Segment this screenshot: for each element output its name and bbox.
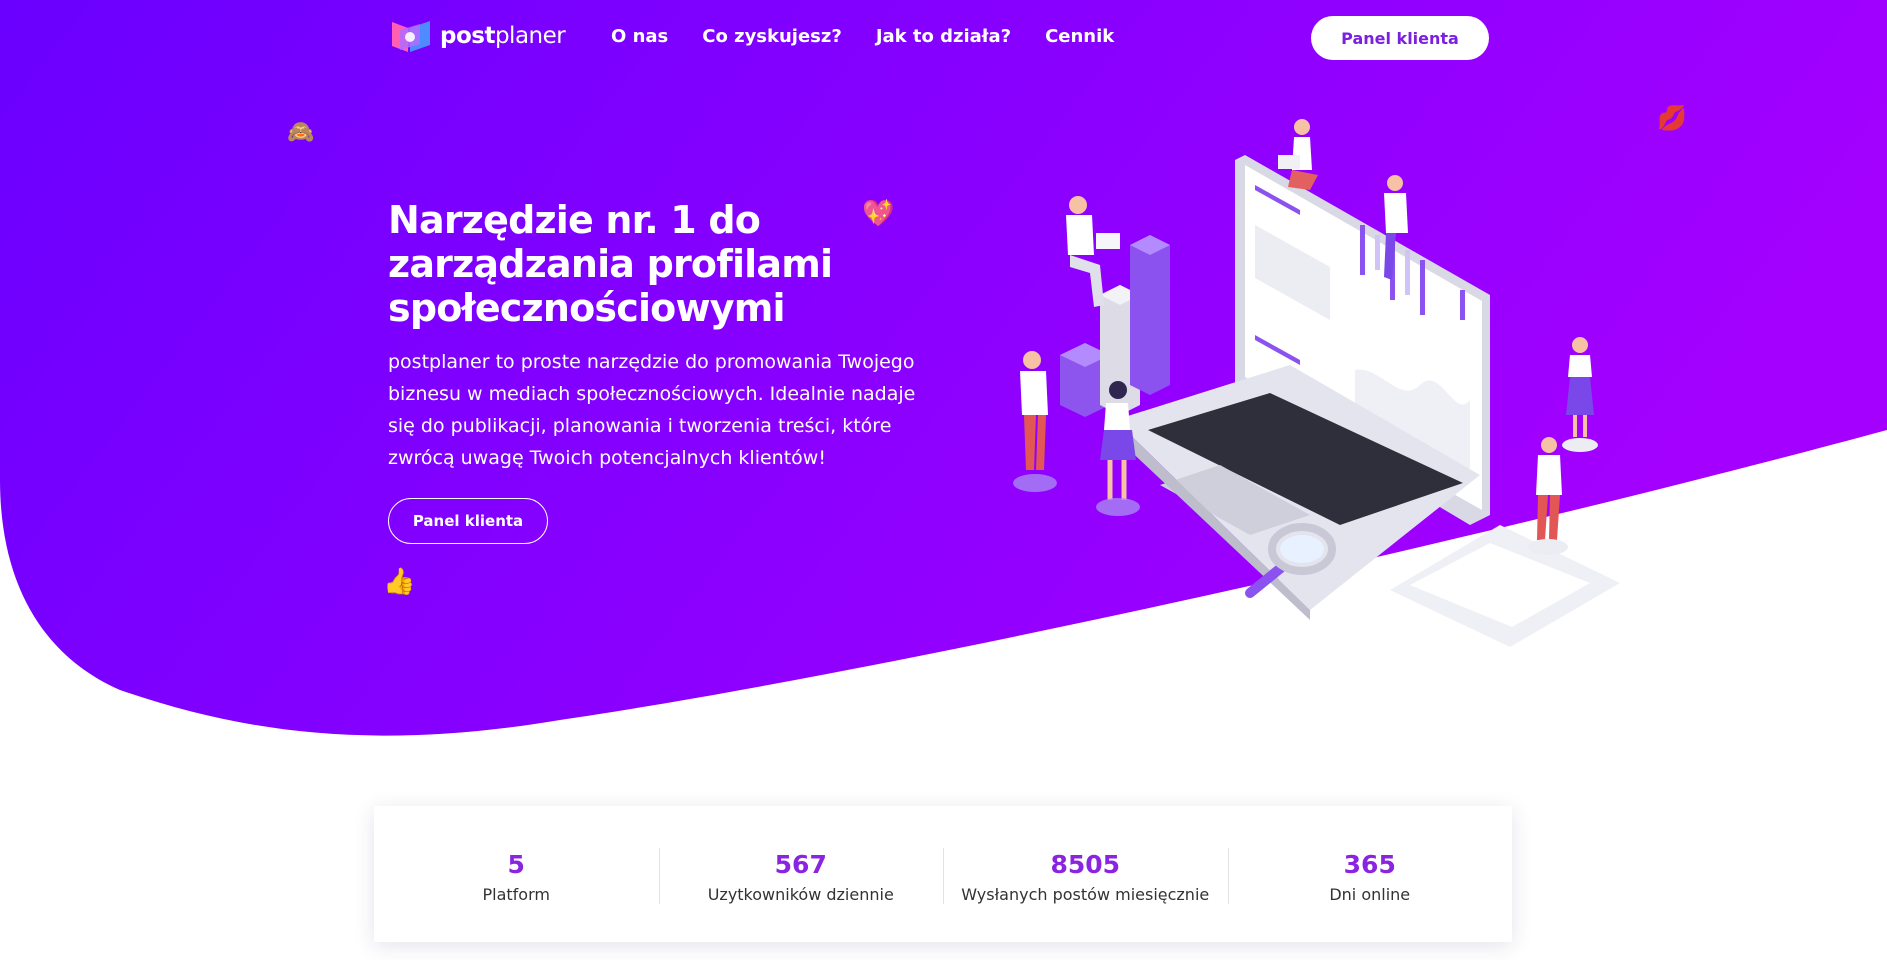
client-panel-hero-button[interactable]: Panel klienta <box>388 498 548 544</box>
monkey-emoji-icon: 🙈 <box>287 120 315 145</box>
stat-label: Dni online <box>1329 885 1411 904</box>
stats-panel: 5 Platform 567 Uzytkowników dziennie 850… <box>374 806 1512 942</box>
stat-label: Wysłanych postów miesięcznie <box>961 885 1210 904</box>
brand-logo[interactable]: postplaner <box>390 18 566 54</box>
stat-daily-users: 567 Uzytkowników dziennie <box>658 806 944 942</box>
thumbs-up-emoji-icon: 👍 <box>383 567 416 597</box>
nav-link-jak-to-dziala[interactable]: Jak to działa? <box>876 26 1011 47</box>
logo-icon <box>392 21 430 52</box>
brand-name: postplaner <box>440 23 566 49</box>
stat-value: 567 <box>774 850 827 879</box>
hero-title: Narzędzie nr. 1 do zarządzania profilami… <box>388 198 833 330</box>
stat-platforms: 5 Platform <box>374 806 659 942</box>
nav-link-o-nas[interactable]: O nas <box>611 26 668 47</box>
stat-days-online: 365 Dni online <box>1227 806 1513 942</box>
top-navigation: postplaner O nas Co zyskujesz? Jak to dz… <box>0 0 1887 78</box>
hero-description: postplaner to proste narzędzie do promow… <box>388 351 916 469</box>
stat-value: 8505 <box>1050 850 1121 879</box>
client-panel-nav-button[interactable]: Panel klienta <box>1311 16 1489 60</box>
stat-monthly-posts: 8505 Wysłanych postów miesięcznie <box>943 806 1228 942</box>
stat-value: 365 <box>1343 850 1396 879</box>
kiss-emoji-icon: 💋 <box>1657 104 1687 132</box>
stat-label: Uzytkowników dziennie <box>707 885 894 904</box>
stat-value: 5 <box>507 850 525 879</box>
laptop-team-illustration <box>1013 119 1620 647</box>
nav-link-co-zyskujesz[interactable]: Co zyskujesz? <box>702 26 842 47</box>
nav-link-cennik[interactable]: Cennik <box>1045 26 1114 47</box>
stat-label: Platform <box>482 885 550 904</box>
